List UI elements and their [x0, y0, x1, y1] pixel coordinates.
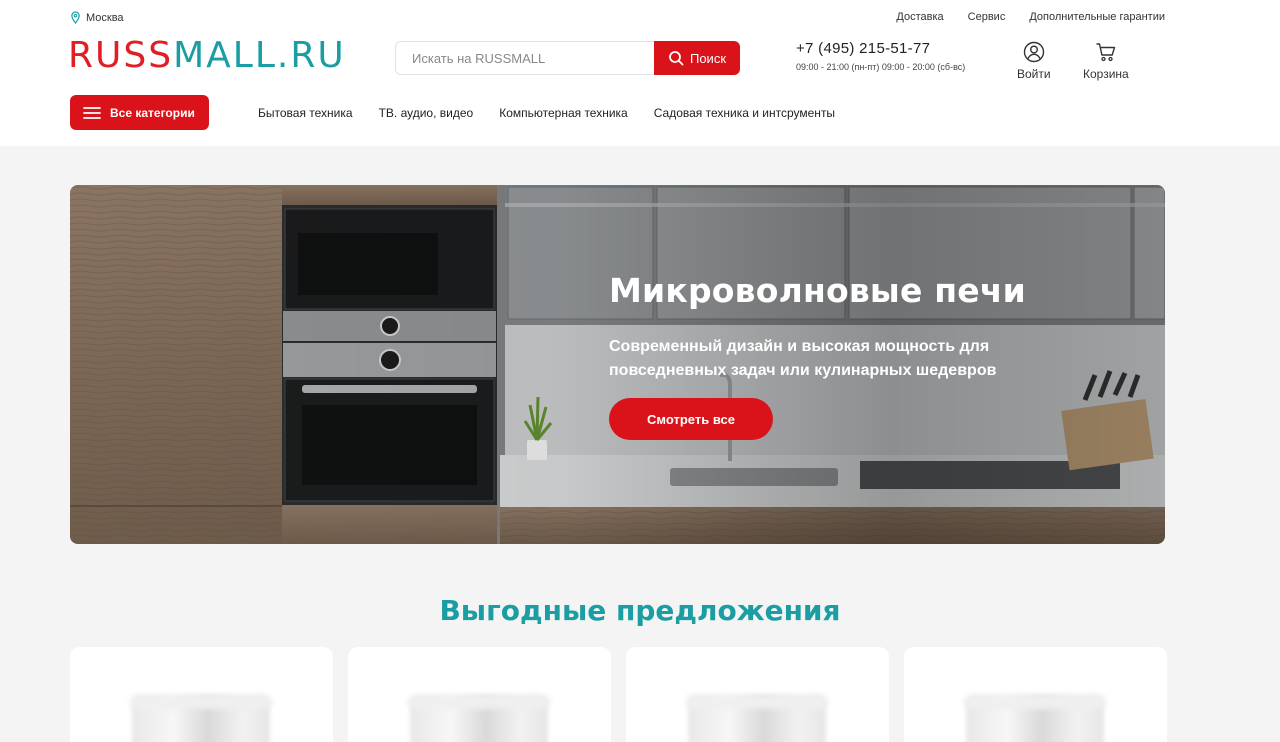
search-bar: Поиск [395, 41, 740, 75]
city-label: Москва [86, 11, 124, 24]
search-input[interactable] [395, 41, 654, 75]
offers-card-list [70, 647, 1167, 742]
top-links: Доставка Сервис Дополнительные гарантии [896, 11, 1165, 23]
product-card[interactable] [904, 647, 1167, 742]
top-link-service[interactable]: Сервис [968, 11, 1006, 23]
all-categories-button[interactable]: Все категории [70, 95, 209, 130]
top-link-guarantees[interactable]: Дополнительные гарантии [1029, 11, 1165, 23]
phone-number[interactable]: +7 (495) 215-51-77 [796, 40, 965, 57]
search-button[interactable]: Поиск [654, 41, 740, 75]
nav-item-garden-tools[interactable]: Садовая техника и интсрументы [654, 106, 835, 120]
site-header: Москва Доставка Сервис Дополнительные га… [0, 0, 1280, 146]
category-nav: Бытовая техника ТВ. аудио, видео Компьют… [258, 106, 835, 120]
product-card[interactable] [348, 647, 611, 742]
product-image-top [686, 695, 828, 709]
cart-icon [1096, 43, 1116, 62]
offers-section-title: Выгодные предложения [439, 594, 841, 627]
logo-part-teal: MALL.RU [173, 35, 346, 76]
cart-button[interactable]: Корзина [1083, 41, 1129, 81]
product-card[interactable] [70, 647, 333, 742]
product-card[interactable] [626, 647, 889, 742]
banner-title: Микроволновые печи [609, 271, 1027, 310]
user-icon [1023, 41, 1044, 63]
nav-item-computers[interactable]: Компьютерная техника [499, 106, 628, 120]
banner-button-label: Смотреть все [647, 411, 735, 427]
hamburger-icon [83, 106, 101, 119]
product-image-top [964, 695, 1106, 709]
nav-item-tv-audio-video[interactable]: ТВ. аудио, видео [379, 106, 474, 120]
search-button-label: Поиск [689, 50, 727, 66]
hero-banner[interactable]: Микроволновые печи Современный дизайн и … [70, 185, 1165, 544]
login-button[interactable]: Войти [1017, 41, 1051, 81]
site-logo[interactable]: RUSSMALL.RU [68, 36, 346, 76]
nav-item-appliances[interactable]: Бытовая техника [258, 106, 353, 120]
contact-block: +7 (495) 215-51-77 09:00 - 21:00 (пн-пт)… [796, 40, 965, 72]
product-image-top [130, 695, 272, 709]
working-hours: 09:00 - 21:00 (пн-пт) 09:00 - 20:00 (сб-… [796, 62, 966, 72]
logo-part-red: RUSS [68, 35, 174, 76]
login-label: Войти [1017, 67, 1051, 81]
top-link-delivery[interactable]: Доставка [896, 11, 943, 23]
search-icon [669, 51, 684, 66]
product-image-top [408, 695, 550, 709]
all-categories-label: Все категории [110, 105, 195, 120]
banner-view-all-button[interactable]: Смотреть все [609, 398, 773, 440]
location-pin-icon [71, 11, 80, 24]
cart-label: Корзина [1083, 67, 1129, 81]
banner-subtitle: Современный дизайн и высокая мощность дл… [609, 338, 997, 379]
city-selector[interactable]: Москва [70, 11, 124, 24]
